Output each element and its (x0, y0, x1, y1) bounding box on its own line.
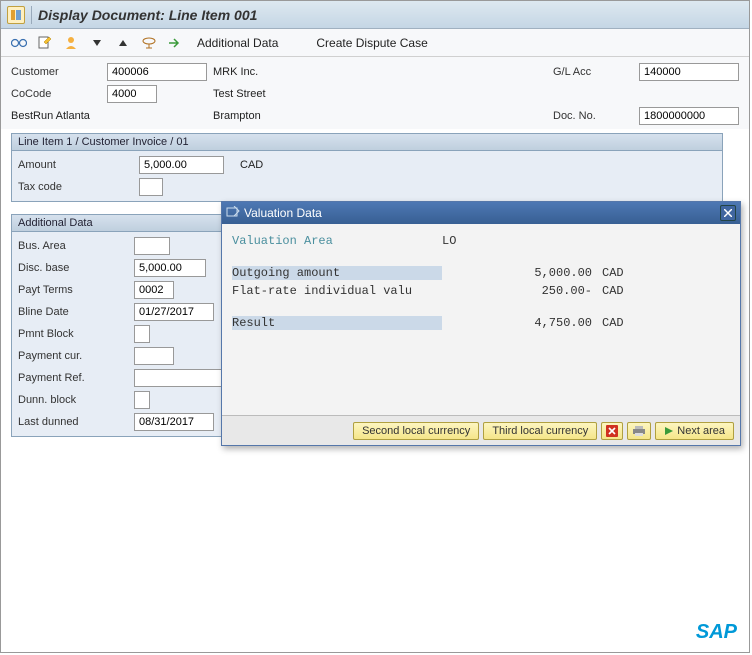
dunn-block-field[interactable] (134, 391, 150, 409)
payt-terms-label: Payt Terms (18, 284, 128, 296)
cocode-label: CoCode (11, 88, 101, 100)
dialog-titlebar: Valuation Data (222, 202, 740, 224)
flatrate-value: 250.00- (442, 284, 592, 298)
menu-icon[interactable] (7, 6, 25, 24)
create-dispute-button[interactable]: Create Dispute Case (316, 36, 427, 50)
dialog-title: Valuation Data (244, 206, 322, 220)
payment-cur-label: Payment cur. (18, 350, 128, 362)
disc-base-label: Disc. base (18, 262, 128, 274)
third-local-currency-button[interactable]: Third local currency (483, 422, 597, 440)
flatrate-label: Flat-rate individual valu (232, 284, 442, 298)
print-button[interactable] (627, 422, 651, 440)
line-item-group: Line Item 1 / Customer Invoice / 01 Amou… (11, 133, 723, 202)
company-name: BestRun Atlanta (11, 110, 207, 122)
dunn-block-label: Dunn. block (18, 394, 128, 406)
outgoing-amount-currency: CAD (592, 266, 632, 280)
city: Brampton (213, 110, 413, 122)
close-icon (724, 209, 732, 217)
last-dunned-field[interactable] (134, 413, 214, 431)
overview-icon[interactable] (139, 33, 159, 53)
result-label: Result (232, 316, 442, 330)
flatrate-currency: CAD (592, 284, 632, 298)
valuation-area-value: LO (442, 234, 456, 248)
window-titlebar: Display Document: Line Item 001 (1, 1, 749, 29)
second-local-currency-button[interactable]: Second local currency (353, 422, 479, 440)
pmnt-block-label: Pmnt Block (18, 328, 128, 340)
dialog-body: Valuation Area LO Outgoing amount 5,000.… (222, 224, 740, 415)
bus-area-field[interactable] (134, 237, 170, 255)
docno-label: Doc. No. (553, 110, 633, 122)
cancel-button[interactable] (601, 422, 623, 440)
arrow-down-icon[interactable] (87, 33, 107, 53)
pmnt-block-field[interactable] (134, 325, 150, 343)
payt-terms-field[interactable] (134, 281, 174, 299)
docno-field[interactable] (639, 107, 739, 125)
payment-cur-field[interactable] (134, 347, 174, 365)
bus-area-label: Bus. Area (18, 240, 128, 252)
application-toolbar: Additional Data Create Dispute Case (1, 29, 749, 57)
addr1: Test Street (213, 88, 413, 100)
bline-date-field[interactable] (134, 303, 214, 321)
line-item-group-title: Line Item 1 / Customer Invoice / 01 (12, 134, 722, 151)
next-area-label: Next area (677, 425, 725, 437)
customer-field[interactable] (107, 63, 207, 81)
glacc-field[interactable] (639, 63, 739, 81)
play-icon (664, 426, 674, 436)
payment-ref-label: Payment Ref. (18, 372, 128, 384)
amount-field[interactable] (139, 156, 224, 174)
customer-name: MRK Inc. (213, 66, 413, 78)
additional-data-button[interactable]: Additional Data (197, 36, 278, 50)
last-dunned-label: Last dunned (18, 416, 128, 428)
person-icon[interactable] (61, 33, 81, 53)
dialog-footer: Second local currency Third local curren… (222, 415, 740, 445)
dialog-icon (226, 206, 240, 221)
glasses-icon[interactable] (9, 33, 29, 53)
valuation-data-dialog: Valuation Data Valuation Area LO Outgoin… (221, 201, 741, 446)
taxcode-label: Tax code (18, 181, 133, 193)
valuation-area-label: Valuation Area (232, 234, 442, 248)
taxcode-field[interactable] (139, 178, 163, 196)
result-value: 4,750.00 (442, 316, 592, 330)
disc-base-field[interactable] (134, 259, 206, 277)
bline-date-label: Bline Date (18, 306, 128, 318)
cancel-icon (606, 425, 618, 437)
printer-icon (632, 425, 646, 437)
result-currency: CAD (592, 316, 632, 330)
payment-ref-field[interactable] (134, 369, 224, 387)
outgoing-amount-value: 5,000.00 (442, 266, 592, 280)
outgoing-amount-label: Outgoing amount (232, 266, 442, 280)
next-area-button[interactable]: Next area (655, 422, 734, 440)
amount-label: Amount (18, 159, 133, 171)
close-button[interactable] (720, 205, 736, 221)
customer-label: Customer (11, 66, 101, 78)
sap-logo: SAP (696, 621, 737, 644)
page-title: Display Document: Line Item 001 (38, 7, 257, 23)
glacc-label: G/L Acc (553, 66, 633, 78)
header-fields: Customer MRK Inc. G/L Acc CoCode Test St… (1, 57, 749, 129)
arrow-up-icon[interactable] (113, 33, 133, 53)
cocode-field[interactable] (107, 85, 157, 103)
amount-currency: CAD (240, 159, 716, 171)
document-edit-icon[interactable] (35, 33, 55, 53)
separator (31, 6, 32, 24)
green-arrow-icon[interactable] (165, 33, 185, 53)
